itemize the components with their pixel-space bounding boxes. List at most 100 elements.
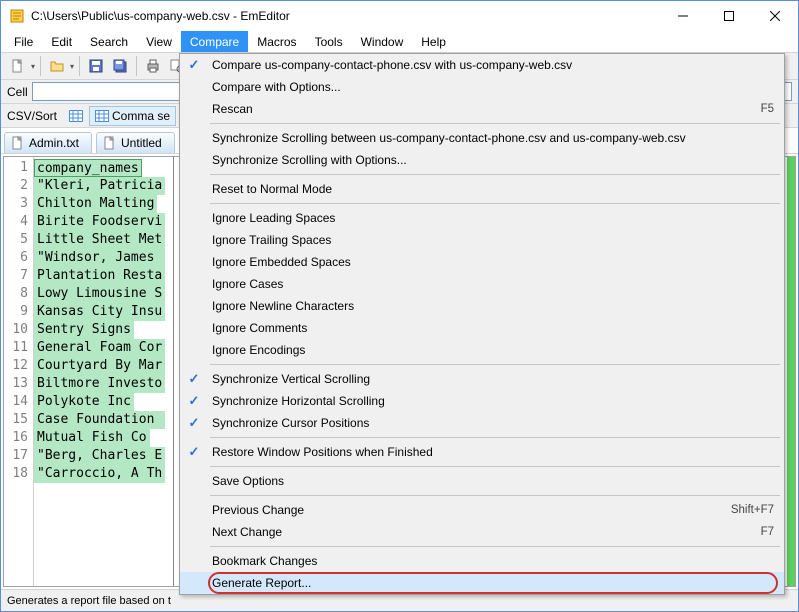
menu-item[interactable]: ✓Synchronize Horizontal Scrolling — [180, 390, 784, 412]
menu-shortcut: Shift+F7 — [731, 504, 774, 516]
text-editor[interactable]: company_names"Kleri, PatriciaChilton Mal… — [34, 157, 174, 586]
file-icon — [11, 136, 25, 150]
menu-item[interactable]: Ignore Cases — [180, 273, 784, 295]
menu-item[interactable]: Bookmark Changes — [180, 550, 784, 572]
menu-separator — [210, 466, 780, 467]
table-row[interactable]: Lowy Limousine S — [34, 285, 173, 303]
csv-grid-button[interactable] — [63, 107, 89, 125]
table-row[interactable]: Kansas City Insu — [34, 303, 173, 321]
menu-edit[interactable]: Edit — [42, 31, 81, 52]
compare-menu: ✓ Compare us-company-contact-phone.csv wi… — [179, 53, 785, 595]
print-icon[interactable] — [142, 55, 164, 77]
menu-item[interactable]: Synchronize Scrolling between us-company… — [180, 127, 784, 149]
table-row[interactable]: Biltmore Investo — [34, 375, 173, 393]
menu-item-label: Reset to Normal Mode — [208, 182, 774, 196]
window-title: C:\Users\Public\us-company-web.csv - EmE… — [31, 9, 660, 23]
menu-item-label: Ignore Trailing Spaces — [208, 233, 774, 247]
menu-item[interactable]: Ignore Encodings — [180, 339, 784, 361]
menu-item-label: Ignore Newline Characters — [208, 299, 774, 313]
new-file-icon[interactable] — [7, 55, 29, 77]
menu-item-label: Synchronize Cursor Positions — [208, 416, 774, 430]
menu-help[interactable]: Help — [412, 31, 455, 52]
menu-item-label: Rescan — [208, 102, 761, 116]
menu-item[interactable]: ✓Compare us-company-contact-phone.csv wi… — [180, 54, 784, 76]
menu-shortcut: F7 — [761, 526, 774, 538]
menu-item-label: Ignore Comments — [208, 321, 774, 335]
table-row[interactable]: Birite Foodservi — [34, 213, 173, 231]
menu-view[interactable]: View — [137, 31, 181, 52]
menu-item[interactable]: Ignore Leading Spaces — [180, 207, 784, 229]
menu-item[interactable]: Compare with Options... — [180, 76, 784, 98]
menu-item-label: Bookmark Changes — [208, 554, 774, 568]
menu-item[interactable]: Ignore Newline Characters — [180, 295, 784, 317]
menubar: FileEditSearchViewCompareMacrosToolsWind… — [1, 31, 798, 52]
menu-compare[interactable]: Compare — [181, 31, 248, 52]
menu-window[interactable]: Window — [352, 31, 413, 52]
close-button[interactable] — [752, 1, 798, 31]
menu-item-label: Ignore Leading Spaces — [208, 211, 774, 225]
minimize-button[interactable] — [660, 1, 706, 31]
menu-item-label: Compare us-company-contact-phone.csv wit… — [208, 58, 774, 72]
menu-item[interactable]: Ignore Embedded Spaces — [180, 251, 784, 273]
menu-item-label: Generate Report... — [208, 576, 774, 590]
table-row[interactable]: Polykote Inc — [34, 393, 173, 411]
menu-separator — [210, 495, 780, 496]
menu-item[interactable]: Previous ChangeShift+F7 — [180, 499, 784, 521]
cell-label: Cell — [7, 85, 28, 99]
table-row[interactable]: Courtyard By Mar — [34, 357, 173, 375]
check-icon: ✓ — [189, 415, 200, 431]
csv-sort-label: CSV/Sort — [7, 109, 57, 123]
table-row[interactable]: Case Foundation — [34, 411, 173, 429]
main-window: C:\Users\Public\us-company-web.csv - EmE… — [0, 0, 799, 612]
diff-overview-stripe — [787, 157, 795, 586]
menu-separator — [210, 437, 780, 438]
table-row[interactable]: "Windsor, James — [34, 249, 173, 267]
menu-search[interactable]: Search — [81, 31, 137, 52]
table-row[interactable]: Chilton Malting — [34, 195, 173, 213]
table-row[interactable]: Sentry Signs — [34, 321, 173, 339]
menu-item[interactable]: Next ChangeF7 — [180, 521, 784, 543]
open-file-icon[interactable] — [46, 55, 68, 77]
document-tab[interactable]: Untitled — [96, 132, 175, 153]
menu-item[interactable]: Ignore Trailing Spaces — [180, 229, 784, 251]
table-row[interactable]: Plantation Resta — [34, 267, 173, 285]
menu-item[interactable]: Reset to Normal Mode — [180, 178, 784, 200]
menu-item[interactable]: ✓ Synchronize Cursor Positions — [180, 412, 784, 434]
table-row[interactable]: company_names — [34, 159, 173, 177]
menu-item-label: Ignore Embedded Spaces — [208, 255, 774, 269]
menu-item-label: Restore Window Positions when Finished — [208, 445, 774, 459]
menu-item-label: Synchronize Scrolling between us-company… — [208, 131, 774, 145]
menu-item[interactable]: ✓ Restore Window Positions when Finished — [180, 441, 784, 463]
table-row[interactable]: General Foam Cor — [34, 339, 173, 357]
menu-shortcut: F5 — [761, 103, 774, 115]
table-row[interactable]: "Berg, Charles E — [34, 447, 173, 465]
menu-macros[interactable]: Macros — [248, 31, 305, 52]
table-row[interactable]: Mutual Fish Co — [34, 429, 173, 447]
menu-file[interactable]: File — [5, 31, 42, 52]
check-icon: ✓ — [189, 444, 200, 460]
table-row[interactable]: Little Sheet Met — [34, 231, 173, 249]
maximize-button[interactable] — [706, 1, 752, 31]
table-row[interactable]: "Kleri, Patricia — [34, 177, 173, 195]
menu-item[interactable]: Generate Report... — [180, 572, 784, 594]
titlebar: C:\Users\Public\us-company-web.csv - EmE… — [1, 1, 798, 31]
menu-item[interactable]: ✓Synchronize Vertical Scrolling — [180, 368, 784, 390]
menu-item-label: Ignore Cases — [208, 277, 774, 291]
dropdown-arrow-icon[interactable]: ▾ — [70, 62, 74, 71]
menu-item[interactable]: RescanF5 — [180, 98, 784, 120]
save-all-icon[interactable] — [109, 55, 131, 77]
dropdown-arrow-icon[interactable]: ▾ — [31, 62, 35, 71]
line-gutter: 123456789101112131415161718 — [4, 157, 34, 586]
menu-item[interactable]: Ignore Comments — [180, 317, 784, 339]
menu-item[interactable]: Synchronize Scrolling with Options... — [180, 149, 784, 171]
table-row[interactable]: "Carroccio, A Th — [34, 465, 173, 483]
menu-item[interactable]: Save Options — [180, 470, 784, 492]
app-icon — [9, 8, 25, 24]
csv-mode-button[interactable]: Comma se — [89, 106, 176, 126]
document-tab[interactable]: Admin.txt — [4, 132, 92, 153]
menu-item-label: Previous Change — [208, 503, 731, 517]
menu-separator — [210, 203, 780, 204]
menu-tools[interactable]: Tools — [306, 31, 352, 52]
save-icon[interactable] — [85, 55, 107, 77]
file-icon — [103, 136, 117, 150]
